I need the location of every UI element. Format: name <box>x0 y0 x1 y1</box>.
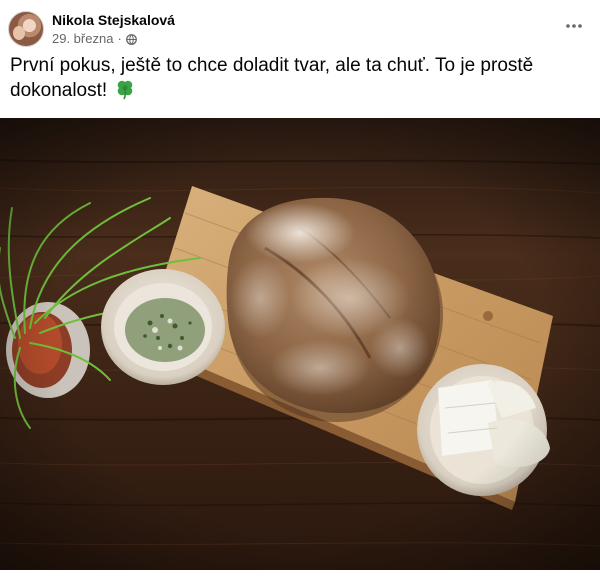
post-header: Nikola Stejskalová 29. března · <box>0 0 600 52</box>
post-meta: 29. března · <box>52 31 137 46</box>
four-leaf-clover-icon <box>114 78 136 100</box>
author-avatar[interactable] <box>8 11 44 47</box>
author-name[interactable]: Nikola Stejskalová <box>52 12 175 28</box>
more-options-icon[interactable] <box>564 16 584 36</box>
meta-separator: · <box>117 31 122 46</box>
post-photo[interactable] <box>0 118 600 570</box>
post-date[interactable]: 29. března <box>52 31 113 46</box>
post-caption: První pokus, ještě to chce doladit tvar,… <box>10 53 570 103</box>
caption-text: První pokus, ještě to chce doladit tvar,… <box>10 55 534 101</box>
globe-icon[interactable] <box>125 33 137 45</box>
post-card: Nikola Stejskalová 29. března · První po… <box>0 0 600 577</box>
